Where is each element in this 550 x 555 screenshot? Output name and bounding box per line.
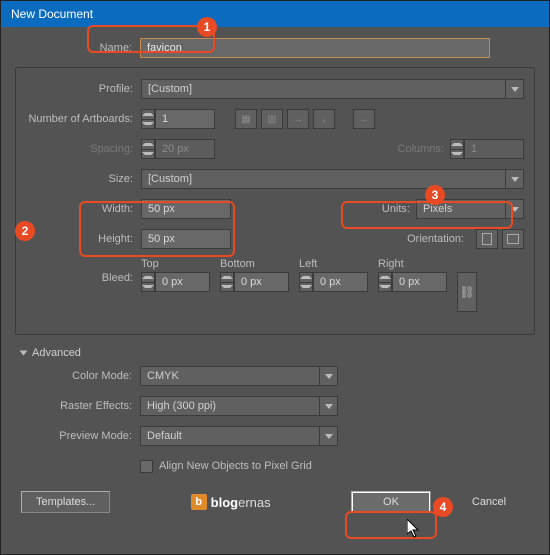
chevron-down-icon	[325, 404, 333, 409]
height-label: Height:	[16, 233, 141, 245]
size-dropdown-btn[interactable]	[506, 169, 524, 189]
arrow-down-icon	[142, 285, 154, 288]
bleed-link-btn[interactable]: ⛓	[457, 272, 477, 312]
name-input[interactable]	[140, 38, 490, 58]
spacing-input: 20 px	[155, 139, 215, 159]
spacing-spinner	[141, 139, 155, 159]
bleed-bottom-label: Bottom	[220, 258, 289, 270]
units-dropdown-btn[interactable]	[506, 199, 524, 219]
preview-label: Preview Mode:	[15, 430, 140, 442]
preview-dropdown[interactable]: Default	[140, 426, 320, 446]
arrow-down-icon	[300, 285, 312, 288]
arrow-down-icon	[221, 285, 233, 288]
align-grid-checkbox[interactable]	[140, 460, 153, 473]
landscape-icon	[507, 234, 519, 244]
bleed-right-label: Right	[378, 258, 447, 270]
profile-label: Profile:	[16, 83, 141, 95]
orientation-label: Orientation:	[407, 233, 470, 245]
arrow-up-icon	[379, 276, 391, 279]
chevron-down-icon	[325, 374, 333, 379]
bleed-bottom-input[interactable]: 0 px	[234, 272, 289, 292]
chevron-down-icon	[511, 207, 519, 212]
arrow-up-icon	[300, 276, 312, 279]
arrow-up-icon	[142, 276, 154, 279]
raster-dropdown[interactable]: High (300 ppi)	[140, 396, 320, 416]
grid-by-row-btn[interactable]: ▦	[235, 109, 257, 129]
link-icon: ⛓	[459, 285, 474, 299]
callout-box-4	[345, 511, 437, 539]
grid-by-col-btn[interactable]: ▥	[261, 109, 283, 129]
arrow-up-icon	[142, 113, 154, 116]
columns-label: Columns:	[398, 143, 450, 155]
color-mode-dropdown[interactable]: CMYK	[140, 366, 320, 386]
brand-logo: b blogernas	[191, 494, 271, 510]
artboards-spinner[interactable]	[141, 109, 155, 129]
orientation-portrait-btn[interactable]	[476, 229, 498, 249]
raster-label: Raster Effects:	[15, 400, 140, 412]
artboards-input[interactable]: 1	[155, 109, 215, 129]
name-label: Name:	[15, 42, 140, 54]
bleed-top-label: Top	[141, 258, 210, 270]
templates-button[interactable]: Templates...	[21, 491, 110, 513]
arrow-down-icon	[451, 152, 463, 155]
window-title: New Document	[11, 7, 93, 21]
color-mode-dropdown-btn[interactable]	[320, 366, 338, 386]
columns-input: 1	[464, 139, 524, 159]
chevron-down-icon	[511, 177, 519, 182]
preview-dropdown-btn[interactable]	[320, 426, 338, 446]
width-label: Width:	[16, 203, 141, 215]
portrait-icon	[482, 233, 492, 245]
size-label: Size:	[16, 173, 141, 185]
bleed-right-spinner[interactable]	[378, 272, 392, 292]
width-input[interactable]: 50 px	[141, 199, 231, 219]
height-input[interactable]: 50 px	[141, 229, 231, 249]
bleed-left-spinner[interactable]	[299, 272, 313, 292]
bleed-top-spinner[interactable]	[141, 272, 155, 292]
bleed-top-input[interactable]: 0 px	[155, 272, 210, 292]
arrow-up-icon	[142, 143, 154, 146]
arrow-up-icon	[451, 143, 463, 146]
bleed-right-input[interactable]: 0 px	[392, 272, 447, 292]
brand-icon: b	[191, 494, 207, 510]
bleed-left-input[interactable]: 0 px	[313, 272, 368, 292]
advanced-label: Advanced	[32, 347, 81, 359]
arrow-up-icon	[221, 276, 233, 279]
artboards-label: Number of Artboards:	[16, 113, 141, 125]
chevron-down-icon	[511, 87, 519, 92]
raster-dropdown-btn[interactable]	[320, 396, 338, 416]
cursor-icon	[407, 519, 421, 539]
ok-button[interactable]: OK	[351, 491, 431, 513]
bleed-bottom-spinner[interactable]	[220, 272, 234, 292]
advanced-toggle[interactable]: Advanced	[21, 347, 535, 359]
disclosure-triangle-icon	[20, 351, 28, 356]
align-grid-label: Align New Objects to Pixel Grid	[159, 460, 312, 472]
bleed-label: Bleed:	[16, 258, 141, 284]
orientation-landscape-btn[interactable]	[502, 229, 524, 249]
chevron-down-icon	[325, 434, 333, 439]
columns-spinner	[450, 139, 464, 159]
profile-dropdown[interactable]: [Custom]	[141, 79, 506, 99]
units-dropdown[interactable]: Pixels	[416, 199, 506, 219]
bleed-left-label: Left	[299, 258, 368, 270]
arrange-row-btn[interactable]: →	[287, 109, 309, 129]
arrange-col-btn[interactable]: ↓	[313, 109, 335, 129]
arrow-down-icon	[379, 285, 391, 288]
arrange-rtl-btn[interactable]: ←	[353, 109, 375, 129]
arrow-down-icon	[142, 152, 154, 155]
arrow-down-icon	[142, 122, 154, 125]
spacing-label: Spacing:	[16, 143, 141, 155]
profile-dropdown-btn[interactable]	[506, 79, 524, 99]
cancel-button[interactable]: Cancel	[449, 491, 529, 513]
size-dropdown[interactable]: [Custom]	[141, 169, 506, 189]
title-bar: New Document	[1, 1, 549, 27]
units-label: Units:	[382, 203, 416, 215]
color-mode-label: Color Mode:	[15, 370, 140, 382]
